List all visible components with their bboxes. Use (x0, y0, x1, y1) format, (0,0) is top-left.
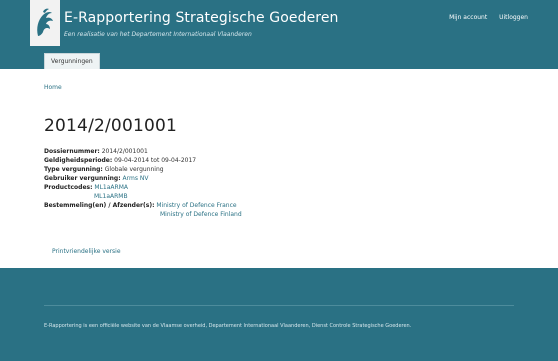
dossier-label: Dossiernummer: (44, 148, 100, 155)
product-code-link[interactable]: ML1aARMB (94, 193, 128, 200)
user-label: Gebruiker vergunning: (44, 175, 121, 182)
print-friendly-link[interactable]: Printvriendelijke versie (52, 248, 121, 255)
site-header: E-Rapportering Strategische Goederen Een… (0, 0, 558, 69)
my-account-link[interactable]: Mijn account (449, 14, 487, 21)
destination-row-2: Ministry of Defence Finland (44, 210, 242, 219)
type-value: Globale vergunning (104, 166, 164, 173)
product-code-link[interactable]: ML1aARMA (94, 184, 128, 191)
app-title[interactable]: E-Rapportering Strategische Goederen (64, 10, 339, 26)
flemish-lion-logo-icon[interactable] (30, 0, 60, 46)
product-codes-row: Productcodes: ML1aARMA (44, 183, 242, 192)
destination-link[interactable]: Ministry of Defence Finland (160, 211, 242, 218)
tab-bar: Vergunningen (0, 46, 558, 69)
user-menu: Mijn account Uitloggen (439, 14, 528, 21)
type-row: Type vergunning: Globale vergunning (44, 165, 242, 174)
validity-row: Geldigheidsperiode: 09-04-2014 tot 09-04… (44, 156, 242, 165)
tab-vergunningen[interactable]: Vergunningen (44, 53, 100, 69)
dossier-row: Dossiernummer: 2014/2/001001 (44, 147, 242, 156)
product-codes-row-2: ML1aARMB (44, 192, 242, 201)
destination-link[interactable]: Ministry of Defence France (156, 202, 236, 209)
destination-row: Bestemmeling(en) / Afzender(s): Ministry… (44, 201, 242, 210)
type-label: Type vergunning: (44, 166, 103, 173)
destination-label: Bestemmeling(en) / Afzender(s): (44, 202, 155, 209)
validity-value: 09-04-2014 tot 09-04-2017 (114, 157, 197, 164)
footer-text: E-Rapportering is een officiële website … (44, 323, 412, 329)
site-footer: E-Rapportering is een officiële website … (0, 268, 558, 361)
user-link[interactable]: Arms NV (123, 175, 149, 182)
license-details: Dossiernummer: 2014/2/001001 Geldigheids… (44, 147, 242, 219)
breadcrumb-home[interactable]: Home (44, 84, 62, 91)
dossier-value: 2014/2/001001 (101, 148, 148, 155)
page-title: 2014/2/001001 (44, 116, 178, 136)
user-row: Gebruiker vergunning: Arms NV (44, 174, 242, 183)
product-codes-label: Productcodes: (44, 184, 93, 191)
app-subtitle: Een realisatie van het Departement Inter… (64, 31, 252, 38)
footer-divider (44, 305, 514, 306)
validity-label: Geldigheidsperiode: (44, 157, 113, 164)
logout-link[interactable]: Uitloggen (499, 14, 528, 21)
